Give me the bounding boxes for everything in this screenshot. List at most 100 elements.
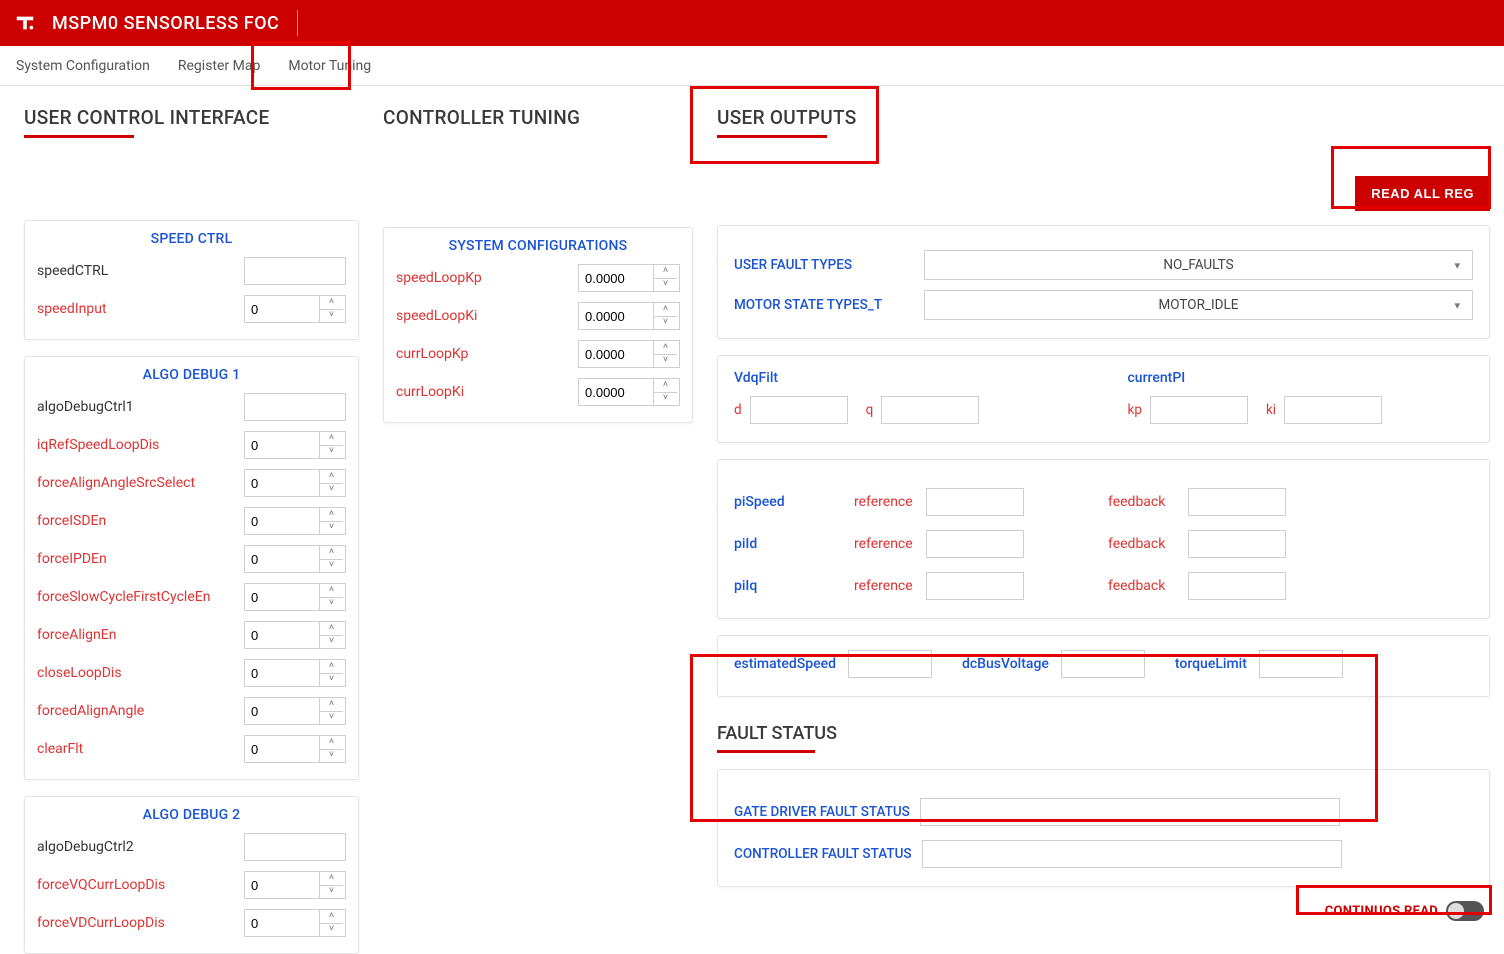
pi-ref-input[interactable] bbox=[926, 530, 1024, 558]
cpi-kp-input[interactable] bbox=[1150, 396, 1248, 424]
stepper-input[interactable] bbox=[245, 910, 319, 936]
chevron-up-icon[interactable]: ˄ bbox=[320, 910, 343, 924]
pi-fb-input[interactable] bbox=[1188, 572, 1286, 600]
chevron-up-icon[interactable]: ˄ bbox=[320, 736, 343, 750]
tab-row: System Configuration Register Map Motor … bbox=[0, 46, 1504, 86]
value-stepper[interactable]: ˄˅ bbox=[244, 583, 346, 611]
motor-state-label: MOTOR STATE TYPES_T bbox=[734, 297, 914, 313]
chevron-down-icon[interactable]: ˅ bbox=[320, 446, 343, 459]
value-stepper[interactable]: ˄˅ bbox=[244, 735, 346, 763]
chevron-up-icon[interactable]: ˄ bbox=[654, 341, 677, 355]
stepper-input[interactable] bbox=[245, 736, 319, 762]
stepper-input[interactable] bbox=[245, 622, 319, 648]
cpi-ki-input[interactable] bbox=[1284, 396, 1382, 424]
speedinput-value[interactable] bbox=[245, 296, 319, 322]
speedinput-stepper[interactable]: ˄˅ bbox=[244, 295, 346, 323]
chevron-up-icon[interactable]: ˄ bbox=[654, 265, 677, 279]
divider bbox=[297, 10, 298, 36]
user-fault-types-select[interactable]: NO_FAULTS bbox=[924, 250, 1473, 280]
chevron-up-icon[interactable]: ˄ bbox=[320, 872, 343, 886]
value-stepper[interactable]: ˄˅ bbox=[244, 507, 346, 535]
stepper-input[interactable] bbox=[579, 265, 653, 291]
vdq-d-input[interactable] bbox=[750, 396, 848, 424]
chevron-down-icon[interactable]: ˅ bbox=[654, 317, 677, 330]
controller-fault-label: CONTROLLER FAULT STATUS bbox=[734, 846, 912, 862]
tab-system-config[interactable]: System Configuration bbox=[16, 58, 150, 74]
value-stepper[interactable]: ˄˅ bbox=[244, 621, 346, 649]
chevron-down-icon[interactable]: ˅ bbox=[320, 712, 343, 725]
chevron-up-icon[interactable]: ˄ bbox=[320, 622, 343, 636]
stepper-input[interactable] bbox=[579, 341, 653, 367]
chevron-up-icon[interactable]: ˄ bbox=[320, 432, 343, 446]
highlight-read-all bbox=[1331, 146, 1491, 209]
pi-ref-input[interactable] bbox=[926, 488, 1024, 516]
vdq-q-label: q bbox=[866, 402, 874, 418]
stepper-input[interactable] bbox=[245, 872, 319, 898]
pi-fb-input[interactable] bbox=[1188, 488, 1286, 516]
chevron-down-icon[interactable]: ˅ bbox=[320, 750, 343, 763]
chevron-down-icon[interactable]: ˅ bbox=[654, 355, 677, 368]
stepper-input[interactable] bbox=[245, 470, 319, 496]
stepper-input[interactable] bbox=[245, 698, 319, 724]
tab-register-map[interactable]: Register Map bbox=[178, 58, 260, 74]
pi-fb-input[interactable] bbox=[1188, 530, 1286, 558]
chevron-up-icon[interactable]: ˄ bbox=[320, 660, 343, 674]
chevron-down-icon[interactable]: ˅ bbox=[320, 310, 343, 323]
chevron-down-icon[interactable]: ˅ bbox=[320, 560, 343, 573]
value-stepper[interactable]: ˄˅ bbox=[578, 264, 680, 292]
chevron-down-icon[interactable]: ˅ bbox=[320, 598, 343, 611]
chevron-down-icon[interactable]: ˅ bbox=[320, 924, 343, 937]
section-ctrl-tune: CONTROLLER TUNING bbox=[383, 106, 693, 129]
value-stepper[interactable]: ˄˅ bbox=[578, 340, 680, 368]
vdq-title: VdqFilt bbox=[734, 370, 1080, 386]
stepper-input[interactable] bbox=[579, 379, 653, 405]
chevron-down-icon[interactable]: ˅ bbox=[320, 674, 343, 687]
cpi-ki-label: ki bbox=[1266, 402, 1276, 418]
stepper-input[interactable] bbox=[245, 508, 319, 534]
chevron-down-icon[interactable]: ˅ bbox=[320, 636, 343, 649]
chevron-down-icon[interactable]: ˅ bbox=[654, 279, 677, 292]
param-label: currLoopKi bbox=[396, 384, 464, 400]
speedctrl-input[interactable] bbox=[244, 257, 346, 285]
pi-fb-label: feedback bbox=[1108, 494, 1188, 510]
chevron-up-icon[interactable]: ˄ bbox=[654, 379, 677, 393]
stepper-input[interactable] bbox=[245, 584, 319, 610]
stepper-input[interactable] bbox=[245, 546, 319, 572]
stepper-input[interactable] bbox=[579, 303, 653, 329]
algo1-ctrl-input[interactable] bbox=[244, 393, 346, 421]
value-stepper[interactable]: ˄˅ bbox=[244, 431, 346, 459]
chevron-up-icon[interactable]: ˄ bbox=[320, 546, 343, 560]
chevron-up-icon[interactable]: ˄ bbox=[320, 698, 343, 712]
stepper-input[interactable] bbox=[245, 660, 319, 686]
vdq-q-input[interactable] bbox=[881, 396, 979, 424]
algo2-ctrl-input[interactable] bbox=[244, 833, 346, 861]
controller-fault-input[interactable] bbox=[922, 840, 1342, 868]
value-stepper[interactable]: ˄˅ bbox=[244, 469, 346, 497]
chevron-down-icon[interactable]: ˅ bbox=[320, 886, 343, 899]
param-label: speedLoopKp bbox=[396, 270, 482, 286]
value-stepper[interactable]: ˄˅ bbox=[244, 545, 346, 573]
chevron-down-icon[interactable]: ˅ bbox=[320, 484, 343, 497]
chevron-up-icon[interactable]: ˄ bbox=[654, 303, 677, 317]
value-stepper[interactable]: ˄˅ bbox=[578, 302, 680, 330]
pi-fb-label: feedback bbox=[1108, 578, 1188, 594]
param-label: forceIPDEn bbox=[37, 551, 107, 567]
stepper-input[interactable] bbox=[245, 432, 319, 458]
value-stepper[interactable]: ˄˅ bbox=[244, 909, 346, 937]
value-stepper[interactable]: ˄˅ bbox=[244, 659, 346, 687]
pi-ref-input[interactable] bbox=[926, 572, 1024, 600]
highlight-fault-status bbox=[690, 654, 1378, 822]
chevron-down-icon[interactable]: ˅ bbox=[654, 393, 677, 406]
chevron-up-icon[interactable]: ˄ bbox=[320, 508, 343, 522]
algo2-ctrl-label: algoDebugCtrl2 bbox=[37, 839, 134, 855]
chevron-up-icon[interactable]: ˄ bbox=[320, 296, 343, 310]
value-stepper[interactable]: ˄˅ bbox=[244, 871, 346, 899]
sysconf-card: SYSTEM CONFIGURATIONS speedLoopKp ˄˅ spe… bbox=[383, 227, 693, 423]
param-label: forcedAlignAngle bbox=[37, 703, 144, 719]
value-stepper[interactable]: ˄˅ bbox=[244, 697, 346, 725]
motor-state-select[interactable]: MOTOR_IDLE bbox=[924, 290, 1473, 320]
chevron-up-icon[interactable]: ˄ bbox=[320, 470, 343, 484]
value-stepper[interactable]: ˄˅ bbox=[578, 378, 680, 406]
chevron-up-icon[interactable]: ˄ bbox=[320, 584, 343, 598]
chevron-down-icon[interactable]: ˅ bbox=[320, 522, 343, 535]
